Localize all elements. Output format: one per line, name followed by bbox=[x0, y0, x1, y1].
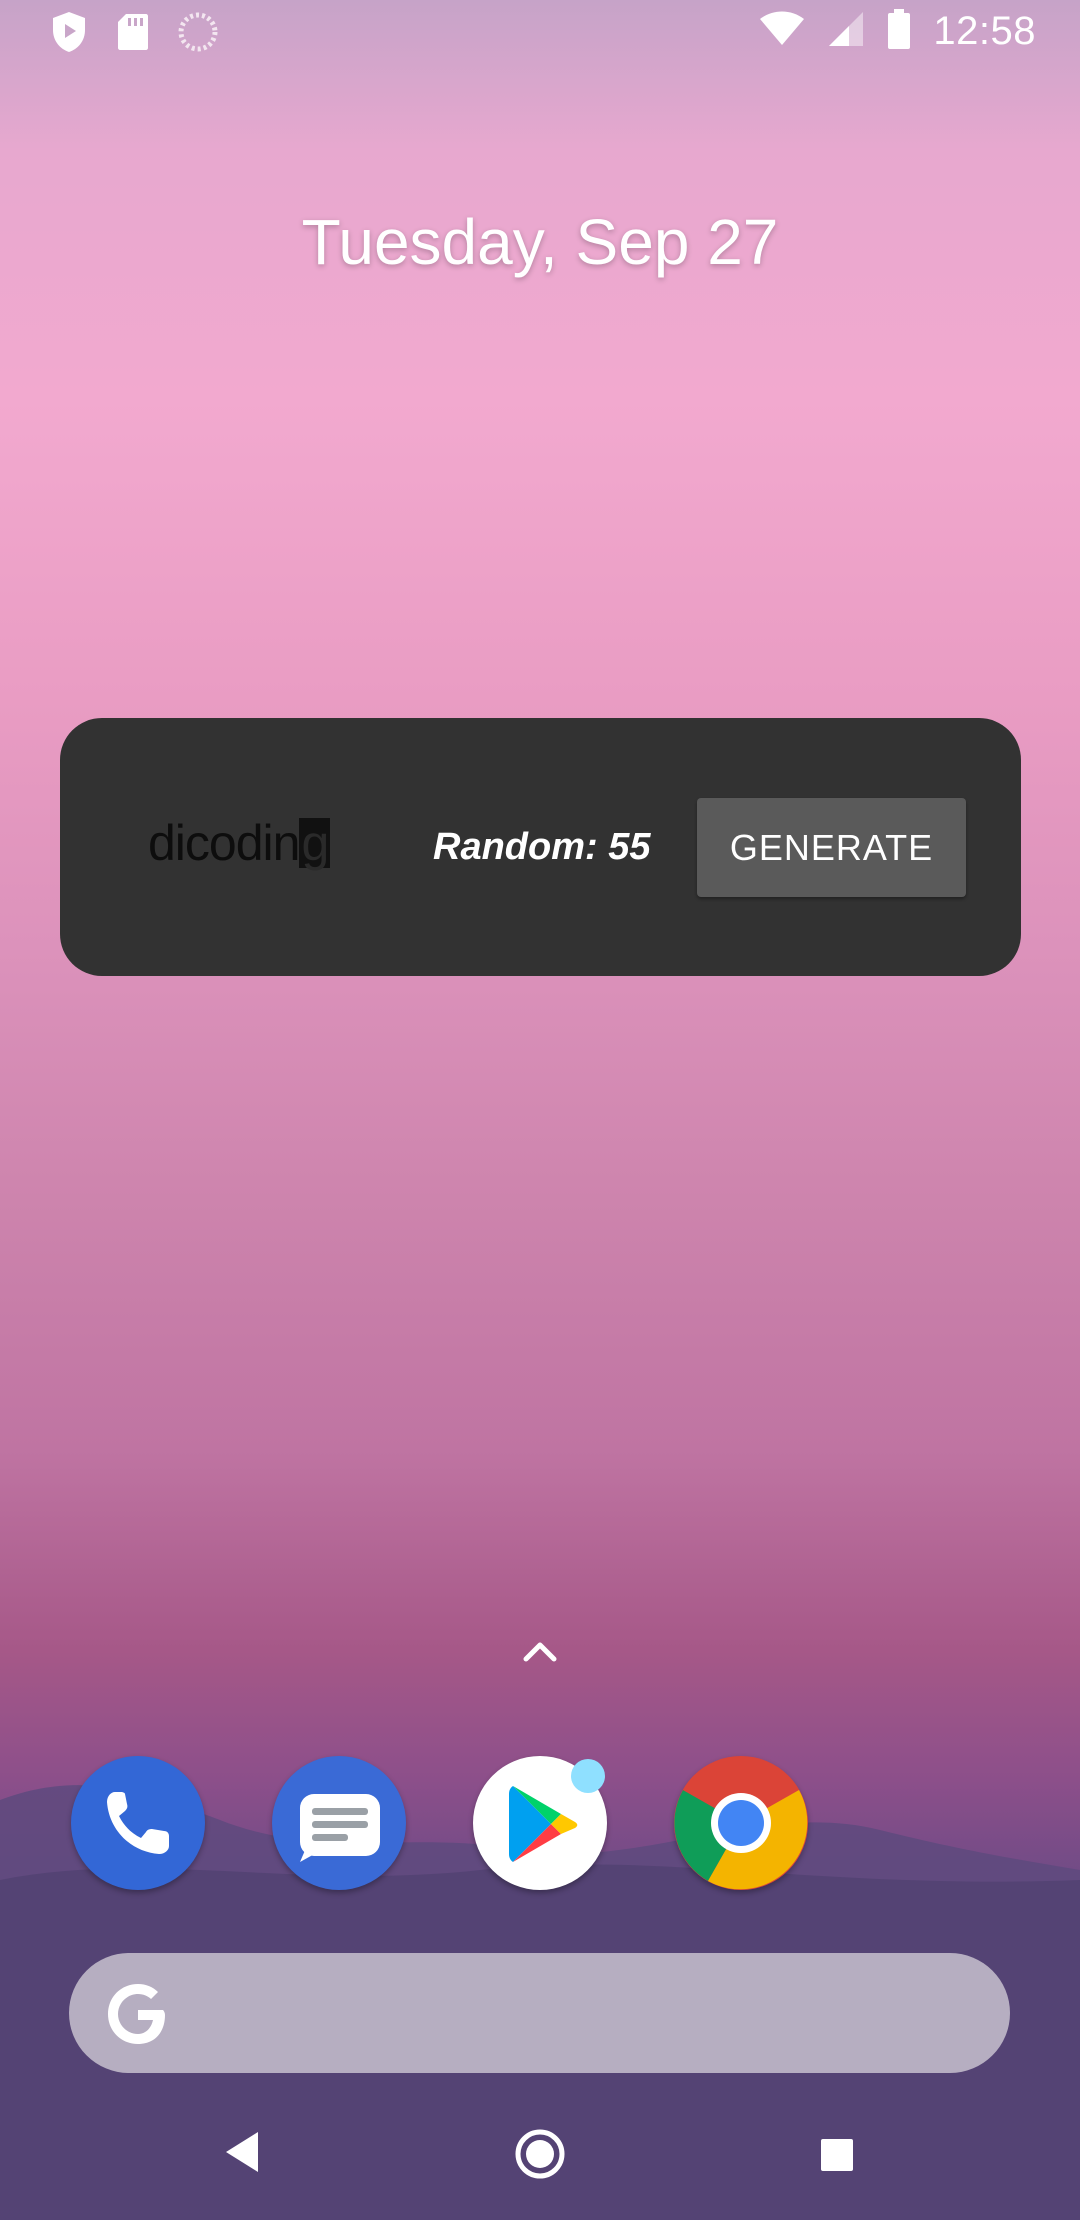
app-drawer-arrow-icon[interactable] bbox=[520, 1635, 560, 1665]
wifi-icon bbox=[759, 11, 805, 52]
status-clock: 12:58 bbox=[933, 9, 1036, 53]
logo-text: dicodin bbox=[148, 815, 300, 871]
random-widget: dicoding Random: 55 GENERATE bbox=[60, 718, 1021, 976]
home-date[interactable]: Tuesday, Sep 27 bbox=[0, 205, 1080, 279]
loading-icon bbox=[178, 12, 218, 57]
google-g-icon bbox=[103, 1979, 173, 2054]
cellular-signal-icon bbox=[827, 10, 865, 53]
phone-app-icon[interactable] bbox=[71, 1756, 205, 1890]
google-search-bar[interactable] bbox=[69, 1953, 1010, 2073]
messages-app-icon[interactable] bbox=[272, 1756, 406, 1890]
chrome-app-icon[interactable] bbox=[674, 1756, 808, 1890]
notification-dot bbox=[571, 1759, 605, 1793]
random-value-text: Random: 55 bbox=[433, 826, 651, 868]
navigation-bar bbox=[0, 2090, 1080, 2220]
status-bar: 12:58 bbox=[0, 0, 1080, 66]
back-button[interactable] bbox=[222, 2130, 262, 2179]
shield-icon bbox=[50, 10, 88, 59]
battery-icon bbox=[887, 8, 911, 55]
home-button[interactable] bbox=[514, 2128, 566, 2185]
sd-card-icon bbox=[116, 12, 150, 57]
generate-button[interactable]: GENERATE bbox=[697, 798, 966, 897]
logo-last-char: g bbox=[299, 815, 331, 871]
recents-button[interactable] bbox=[820, 2138, 854, 2177]
dicoding-logo: dicoding bbox=[148, 815, 331, 871]
